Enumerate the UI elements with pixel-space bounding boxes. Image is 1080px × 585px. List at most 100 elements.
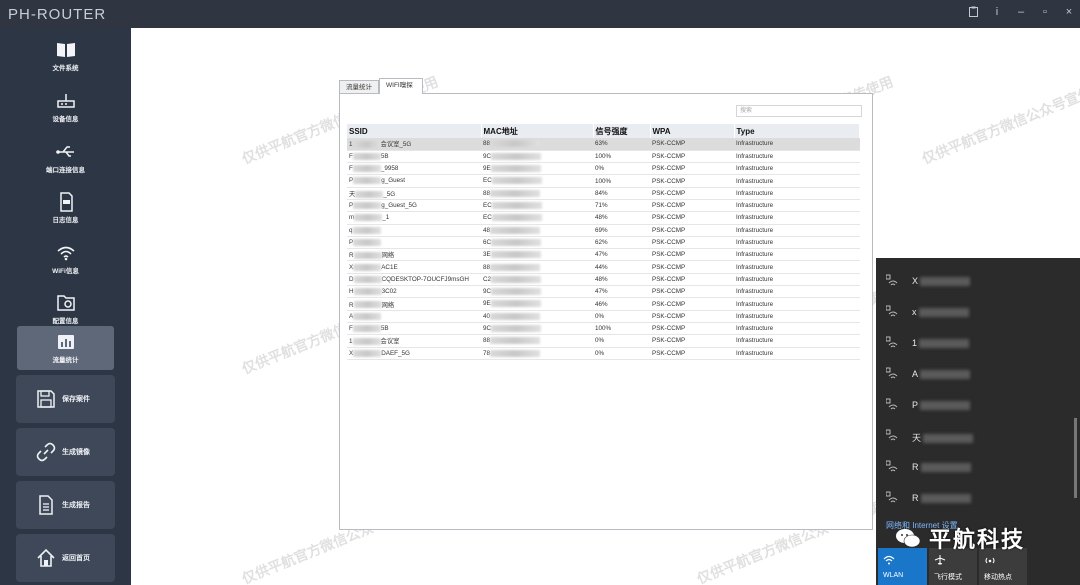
cell-wpa: PSK-CCMP [650, 285, 734, 299]
restore-icon[interactable]: ▫ [1040, 6, 1050, 20]
cell-wpa: PSK-CCMP [650, 174, 734, 188]
table-row[interactable]: 1 会议室 88 0% PSK-CCMP Infrastructure [347, 334, 860, 348]
generate-image-button[interactable]: 生成镜像 [16, 428, 115, 476]
redacted-mask [920, 494, 971, 504]
table-row[interactable]: R 网络 3E 47% PSK-CCMP Infrastructure [347, 248, 860, 262]
network-item[interactable]: P [886, 396, 1066, 418]
secured-wifi-icon [886, 305, 898, 317]
search-input[interactable]: 搜索 [736, 105, 862, 117]
redacted-mask [352, 226, 381, 234]
sidebar-item-port-info[interactable]: 端口连接信息 [0, 136, 131, 186]
redacted-mask [919, 339, 970, 349]
cell-type: Infrastructure [734, 199, 860, 213]
redacted-mask [353, 288, 382, 296]
table-row[interactable]: A 40 0% PSK-CCMP Infrastructure [347, 310, 860, 323]
table-row[interactable]: P 6C 62% PSK-CCMP Infrastructure [347, 236, 860, 250]
tab-traffic-stats[interactable]: 流量统计 [339, 80, 379, 94]
redacted-mask [490, 251, 541, 259]
cell-type: Infrastructure [734, 187, 860, 200]
cell-signal: 0% [593, 347, 650, 360]
generate-report-button[interactable]: 生成报告 [16, 481, 115, 529]
sidebar-item-log-info[interactable]: 日志信息 [0, 186, 131, 236]
table-row[interactable]: 天 _5G 88 84% PSK-CCMP Infrastructure [347, 187, 860, 200]
redacted-mask [353, 263, 382, 271]
column-header-mac[interactable]: MAC地址 [481, 124, 594, 138]
cell-ssid: X DAEF_5G [347, 347, 481, 360]
redacted-mask [352, 165, 381, 173]
cell-signal: 84% [593, 187, 650, 200]
info-icon[interactable]: i [992, 6, 1002, 20]
sidebar-item-wifi-info[interactable]: WiFi信息 [0, 237, 131, 287]
cell-wpa: PSK-CCMP [650, 322, 734, 336]
table-row[interactable]: X AC1E 88 44% PSK-CCMP Infrastructure [347, 260, 860, 274]
cell-wpa: PSK-CCMP [650, 248, 734, 262]
table-row[interactable]: F 5B 9C 100% PSK-CCMP Infrastructure [347, 322, 860, 336]
network-item[interactable]: 1 [886, 334, 1066, 356]
table-row[interactable]: R 网络 9E 46% PSK-CCMP Infrastructure [347, 297, 860, 311]
table-row[interactable]: F 5B 9C 100% PSK-CCMP Infrastructure [347, 150, 860, 164]
secured-wifi-icon [886, 274, 898, 286]
tab-wifi-sniff[interactable]: WIFI嗅探 [379, 78, 423, 94]
table-row[interactable]: D CQDESKTOP-7OUCFJ9msGH C2 48% PSK-CCMP Infra… [347, 273, 860, 287]
cell-ssid: q [347, 224, 481, 237]
minimize-icon[interactable]: – [1016, 6, 1026, 20]
redacted-mask [490, 226, 541, 234]
network-item[interactable]: A [886, 365, 1066, 387]
save-icon [37, 390, 55, 408]
redacted-mask [353, 252, 382, 260]
app-title: PH-ROUTER [8, 6, 107, 23]
redacted-mask [920, 401, 971, 411]
sidebar: 文件系统 设备信息 端口连接信息 日志信息 WiFi信息 配置信息 流量统计 保… [0, 28, 131, 585]
network-item[interactable]: X [886, 272, 1066, 294]
redacted-mask [920, 463, 971, 473]
table-row[interactable]: q 48 69% PSK-CCMP Infrastructure [347, 224, 860, 237]
table-row[interactable]: Pg_Guest_5G EC 71% PSK-CCMP Infrastructure [347, 199, 860, 213]
redacted-mask [352, 141, 381, 149]
cell-mac: 9C [481, 150, 593, 164]
sidebar-item-traffic-stats[interactable]: 流量统计 [17, 326, 114, 370]
sidebar-item-device-info[interactable]: 设备信息 [0, 85, 131, 135]
cell-mac: C2 [481, 273, 593, 287]
cell-ssid: 1 会议室_5G [347, 138, 481, 151]
table-row[interactable]: 1 会议室_5G 88 63% PSK-CCMP Infrastructure [347, 138, 860, 151]
network-item[interactable]: R [886, 489, 1066, 511]
back-home-button[interactable]: 返回首页 [16, 534, 115, 582]
cell-type: Infrastructure [734, 224, 860, 237]
airplane-icon [934, 555, 946, 565]
cell-type: Infrastructure [734, 322, 860, 336]
secured-wifi-icon [886, 367, 898, 379]
network-item[interactable]: R [886, 458, 1066, 480]
column-header-signal[interactable]: 信号强度 [593, 124, 651, 138]
table-row[interactable]: m _1 EC 48% PSK-CCMP Infrastructure [347, 211, 860, 225]
cell-ssid: X AC1E [347, 260, 481, 274]
close-icon[interactable]: × [1064, 6, 1074, 20]
sidebar-item-file-system[interactable]: 文件系统 [0, 34, 131, 84]
sidebar-item-label: 日志信息 [52, 217, 79, 224]
sidebar-item-label: 文件系统 [52, 65, 79, 72]
clipboard-icon[interactable] [968, 6, 978, 20]
column-header-type[interactable]: Type [734, 124, 860, 138]
redacted-mask [352, 338, 381, 346]
table-row[interactable]: F _9958 9E 0% PSK-CCMP Infrastructure [347, 162, 860, 176]
wechat-icon [896, 529, 921, 548]
redacted-mask [354, 214, 383, 222]
network-item[interactable]: 天 [886, 427, 1066, 449]
cell-ssid: D CQDESKTOP-7OUCFJ9msGH [347, 273, 481, 287]
cell-ssid: Pg_Guest [347, 174, 481, 188]
hotspot-icon [985, 557, 995, 564]
table-row[interactable]: X DAEF_5G 78 0% PSK-CCMP Infrastructure [347, 347, 860, 360]
flyout-scrollbar[interactable] [1074, 418, 1077, 498]
column-header-wpa[interactable]: WPA [650, 124, 735, 138]
save-case-button[interactable]: 保存案件 [16, 375, 115, 423]
wifi-icon [883, 555, 895, 565]
network-name: x [912, 307, 917, 317]
cell-signal: 100% [593, 174, 650, 188]
network-item[interactable]: x [886, 303, 1066, 325]
cell-signal: 0% [593, 334, 650, 348]
column-header-ssid[interactable]: SSID [347, 124, 482, 138]
table-row[interactable]: Pg_Guest EC 100% PSK-CCMP Infrastructure [347, 174, 860, 188]
cell-type: Infrastructure [734, 347, 860, 360]
cell-wpa: PSK-CCMP [650, 187, 734, 200]
cell-type: Infrastructure [734, 236, 860, 250]
table-row[interactable]: H 3C02 9C 47% PSK-CCMP Infrastructure [347, 285, 860, 299]
